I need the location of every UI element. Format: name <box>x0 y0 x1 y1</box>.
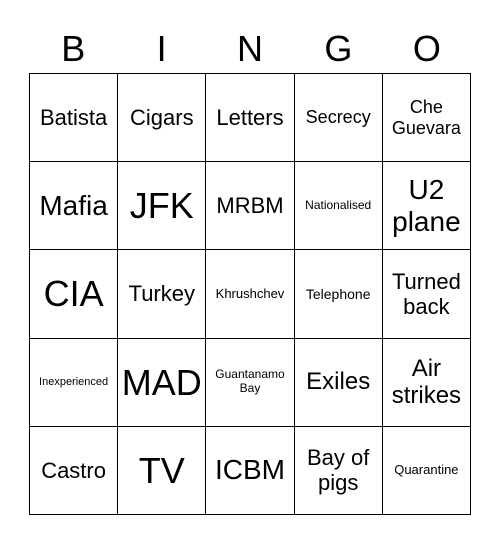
bingo-cell[interactable]: Turned back <box>382 250 471 339</box>
bingo-cell[interactable]: Quarantine <box>382 426 471 515</box>
bingo-cell[interactable]: Mafia <box>30 162 119 251</box>
header-letter-b: B <box>61 28 86 69</box>
bingo-grid: Batista Cigars Letters Secrecy Che Gueva… <box>29 73 471 515</box>
bingo-cell[interactable]: Exiles <box>294 338 383 427</box>
bingo-cell[interactable]: U2 plane <box>382 162 471 251</box>
bingo-cell[interactable]: MRBM <box>206 162 295 251</box>
bingo-cell[interactable]: Castro <box>30 426 119 515</box>
bingo-cell[interactable]: Che Guevara <box>382 74 471 163</box>
header-letter-n: N <box>237 28 264 69</box>
bingo-cell[interactable]: Telephone <box>294 250 383 339</box>
bingo-cell[interactable]: Secrecy <box>294 74 383 163</box>
bingo-cell[interactable]: MAD <box>118 338 207 427</box>
header-letter-g: G <box>324 28 353 69</box>
header-letter-o: O <box>412 28 441 69</box>
bingo-cell[interactable]: Inexperienced <box>30 338 119 427</box>
bingo-cell[interactable]: CIA <box>30 250 119 339</box>
bingo-cell[interactable]: Batista <box>30 74 119 163</box>
bingo-cell[interactable]: Guantanamo Bay <box>206 338 295 427</box>
header-letter-i: I <box>156 28 167 69</box>
bingo-cell[interactable]: Turkey <box>118 250 207 339</box>
bingo-cell[interactable]: Nationalised <box>294 162 383 251</box>
bingo-cell[interactable]: Bay of pigs <box>294 426 383 515</box>
bingo-cell[interactable]: Cigars <box>118 74 207 163</box>
bingo-cell[interactable]: ICBM <box>206 426 295 515</box>
bingo-cell[interactable]: Air strikes <box>382 338 471 427</box>
bingo-cell[interactable]: TV <box>118 426 207 515</box>
bingo-cell[interactable]: Letters <box>206 74 295 163</box>
bingo-cell[interactable]: Khrushchev <box>206 250 295 339</box>
bingo-header: B I N G O <box>29 26 471 72</box>
bingo-cell[interactable]: JFK <box>118 162 207 251</box>
